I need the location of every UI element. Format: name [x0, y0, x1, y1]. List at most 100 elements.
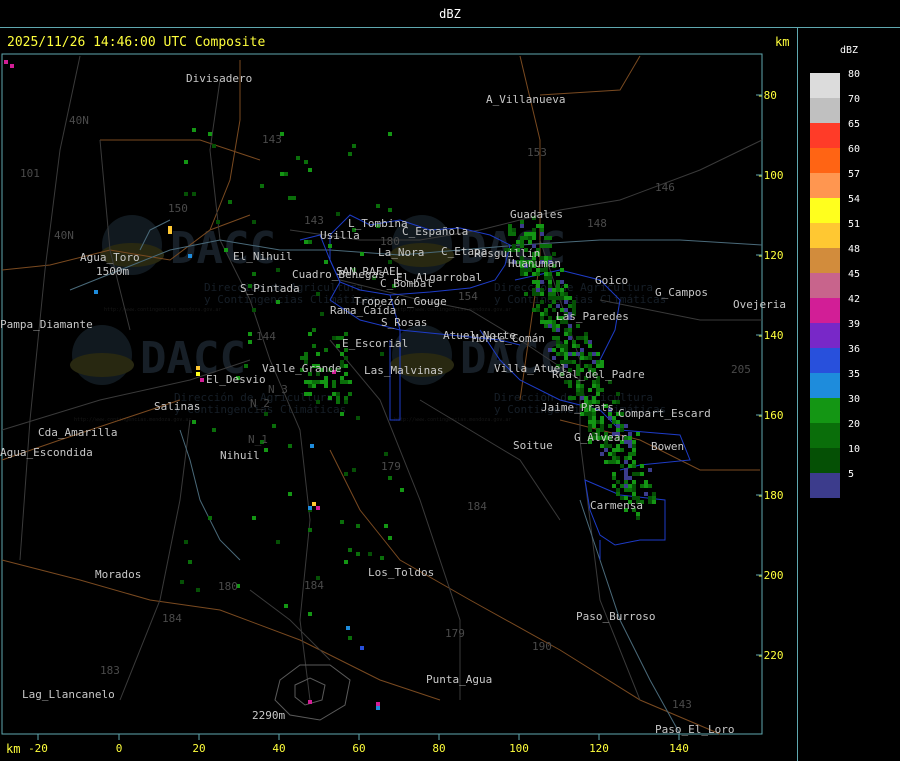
echo-cell: [388, 208, 392, 212]
echo-cell: [544, 236, 548, 240]
echo-cell: [564, 284, 568, 288]
echo-cell: [624, 484, 628, 488]
echo-cell: [308, 392, 312, 396]
place-label: La_Nora: [378, 246, 424, 259]
legend-label: 80: [848, 69, 861, 80]
legend-swatch: [810, 73, 840, 98]
echo-cell: [324, 260, 328, 264]
place-label: Las_Paredes: [556, 310, 629, 323]
place-label: Huanuman: [508, 257, 561, 270]
echo-cell: [288, 444, 292, 448]
x-tick-label: 40: [272, 742, 285, 755]
echo-cell: [588, 344, 592, 348]
echo-cell: [552, 348, 556, 352]
legend-swatch: [810, 173, 840, 198]
echo-cell: [340, 376, 344, 380]
echo-cell: [288, 196, 292, 200]
road-number: 143: [672, 698, 692, 711]
echo-cell: [344, 560, 348, 564]
echo-cell: [208, 132, 212, 136]
echo-cell: [560, 296, 564, 300]
echo-cell-intense: [308, 506, 312, 510]
echo-cell: [584, 356, 588, 360]
echo-cell: [572, 300, 576, 304]
y-axis-unit: km: [775, 35, 790, 49]
echo-cell: [628, 456, 632, 460]
echo-cell: [560, 348, 564, 352]
echo-cell: [628, 476, 632, 480]
echo-cell: [552, 300, 556, 304]
echo-cell-intense: [200, 378, 204, 382]
place-label: S_Rosas: [381, 316, 427, 329]
echo-cell: [612, 452, 616, 456]
echo-cell: [572, 340, 576, 344]
echo-cell: [632, 460, 636, 464]
echo-cell: [352, 468, 356, 472]
radar-map[interactable]: DACC Dirección de Agricultura y Contingenc…: [0, 28, 798, 761]
echo-cell: [616, 460, 620, 464]
legend-label: 45: [848, 269, 861, 280]
echo-cell: [332, 380, 336, 384]
place-label: Bowen: [651, 440, 684, 453]
echo-cell: [344, 356, 348, 360]
road-number: 40N: [54, 229, 74, 242]
echo-cell: [344, 380, 348, 384]
echo-cell: [636, 512, 640, 516]
echo-cell: [576, 388, 580, 392]
echo-cell: [212, 428, 216, 432]
echo-cell: [344, 396, 348, 400]
echo-cell: [532, 232, 536, 236]
y-tick-label: -160: [757, 409, 784, 422]
echo-cell: [304, 240, 308, 244]
y-tick-label: -200: [757, 569, 784, 582]
echo-cell: [560, 352, 564, 356]
echo-cell: [340, 352, 344, 356]
road-number: 153: [527, 146, 547, 159]
echo-cell: [564, 296, 568, 300]
echo-cell: [620, 464, 624, 468]
echo-cell: [348, 392, 352, 396]
echo-cell: [248, 340, 252, 344]
echo-cell: [228, 200, 232, 204]
echo-cell: [640, 472, 644, 476]
echo-cell: [336, 396, 340, 400]
echo-cell: [604, 448, 608, 452]
echo-cell: [560, 292, 564, 296]
echo-cell: [380, 352, 384, 356]
echo-cell: [324, 384, 328, 388]
x-tick-label: 100: [509, 742, 529, 755]
place-label: Soitue: [513, 439, 553, 452]
echo-cell: [616, 456, 620, 460]
echo-cell: [356, 552, 360, 556]
echo-cell: [508, 232, 512, 236]
echo-cell: [532, 292, 536, 296]
echo-cell: [616, 480, 620, 484]
echo-cell: [540, 320, 544, 324]
echo-cell: [576, 392, 580, 396]
echo-cell: [576, 344, 580, 348]
echo-cell: [312, 384, 316, 388]
map-canvas[interactable]: DACCDirección de Agriculturay Contingenc…: [0, 28, 798, 761]
place-label: Valle_Grande: [262, 362, 341, 375]
echo-cell: [376, 204, 380, 208]
legend-label: 60: [848, 144, 861, 155]
echo-cell: [280, 172, 284, 176]
echo-cell: [600, 416, 604, 420]
place-label: Ovejeria: [733, 298, 786, 311]
place-label: G_Alvear: [574, 431, 627, 444]
echo-cell: [340, 520, 344, 524]
legend-label: 57: [848, 169, 861, 180]
echo-cell: [616, 392, 620, 396]
echo-cell: [580, 396, 584, 400]
legend-label: 10: [848, 444, 861, 455]
echo-cell: [600, 388, 604, 392]
echo-cell: [344, 332, 348, 336]
echo-cell: [568, 384, 572, 388]
place-label: Nihuil: [220, 449, 260, 462]
place-label: Agua_Escondida: [0, 446, 93, 459]
echo-cell-intense: [168, 226, 172, 230]
echo-cell: [252, 272, 256, 276]
echo-cell: [548, 280, 552, 284]
echo-cell: [564, 352, 568, 356]
place-label: A_Villanueva: [486, 93, 565, 106]
